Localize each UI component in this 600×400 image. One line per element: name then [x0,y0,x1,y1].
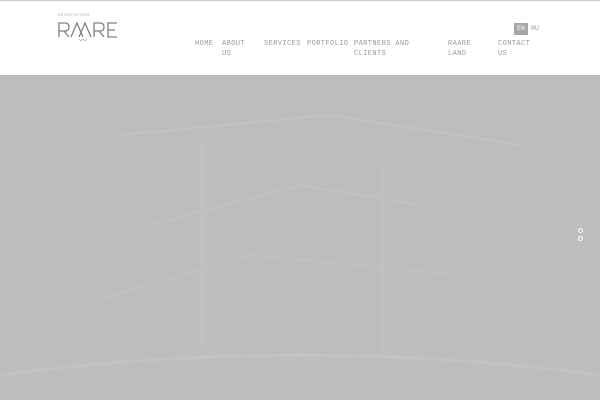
site-logo[interactable]: ARCHITECTURE [57,13,129,43]
nav-item-label: CONTACT US [498,40,531,58]
nav-item-label: ABOUT US [222,40,246,58]
nav-item-about-us[interactable]: ABOUT US [222,39,254,59]
nav-item-raare-land[interactable]: RAARE LAND [448,39,478,59]
logo-tagline: ARCHITECTURE [58,13,91,17]
nav-item-label: HOME [195,40,214,48]
nav-item-label: SERVICES [264,40,301,48]
slider-dot[interactable] [578,236,583,241]
nav-item-label: PORTFOLIO [307,40,349,48]
slider-dot[interactable] [578,228,583,233]
slider-pagination [576,228,584,244]
nav-item-services[interactable]: SERVICES [264,39,304,49]
logo-wordmark [58,21,117,42]
site-header: ARCHITECTURE HOME ABOUT US SERVICES PORT [0,1,600,75]
nav-item-contact-us[interactable]: CONTACT US [498,39,532,59]
nav-item-label: PARTNERS AND CLIENTS [354,40,410,58]
nav-item-partners-and-clients[interactable]: PARTNERS AND CLIENTS [354,39,416,59]
nav-item-home[interactable]: HOME [195,39,217,49]
nav-item-portfolio[interactable]: PORTFOLIO [307,39,351,49]
nav-item-label: RAARE LAND [448,40,472,58]
language-en-button[interactable]: EN [514,23,528,35]
hero-slider [0,75,600,400]
hero-background-image [0,75,600,400]
language-ru-button[interactable]: RU [529,23,541,35]
